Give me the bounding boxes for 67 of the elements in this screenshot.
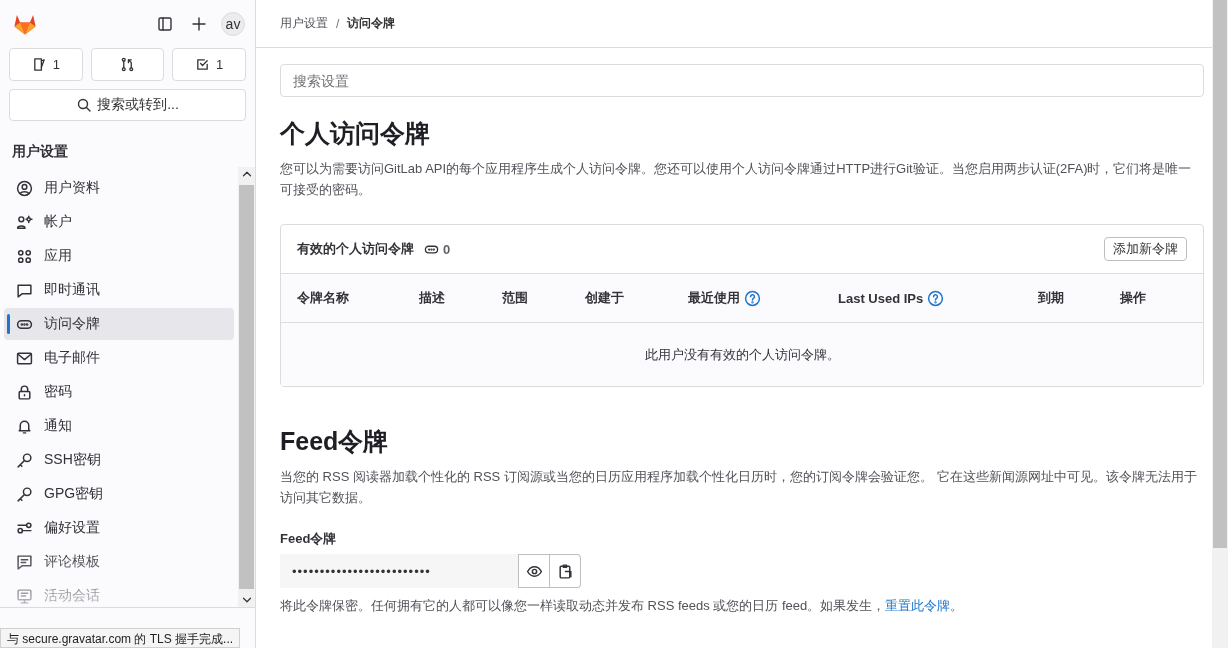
grid-icon	[16, 247, 33, 265]
issues-counter[interactable]: 1	[9, 48, 83, 81]
reset-token-link[interactable]: 重置此令牌	[885, 598, 951, 613]
checkbox-icon	[195, 57, 211, 72]
help-text: 将此令牌保密。任何拥有它的人都可以像您一样读取动态并发布 RSS feeds 或您的日历 feed。如果发生，重置此令牌。	[280, 597, 965, 615]
breadcrumb-link[interactable]: 用户设置	[280, 15, 328, 32]
section-title: 用户设置	[11, 142, 69, 161]
breadcrumb-link[interactable]: 访问令牌	[347, 15, 396, 32]
section-description: 您可以为需要访问GitLab API的每个应用程序生成个人访问令牌。您还可以使用个人访问令牌通过HTTP进行Git验证。当您启用两步认证(2FA)时，它们将是唯一可接受的密码。	[280, 160, 1193, 199]
lock-icon	[16, 383, 33, 401]
column-header: 创建于	[585, 289, 624, 307]
section-description: 当您的 RSS 阅读器加载个性化的 RSS 订阅源或当您的日历应用程序加载个性化日历时，您的订阅令牌会验证您。 它在这些新闻源网址中可见。该令牌无法用于访问其它数据。	[280, 468, 1198, 507]
panel-icon	[157, 16, 173, 32]
page-scrollbar[interactable]	[1212, 0, 1228, 648]
column-header: 最近使用	[688, 289, 740, 307]
section-heading: 个人访问令牌	[280, 118, 431, 149]
bell-icon	[16, 417, 33, 435]
sidebar-item[interactable]: SSH密钥	[4, 444, 234, 476]
sidebar-item[interactable]: 电子邮件	[4, 342, 234, 374]
sidebar-item[interactable]: 访问令牌	[4, 308, 234, 340]
column-header: 描述	[419, 289, 445, 307]
empty-message: 此用户没有有效的个人访问令牌。	[644, 345, 840, 364]
sidebar-item[interactable]: 应用	[4, 240, 234, 272]
sidebar-item[interactable]: 即时通讯	[4, 274, 234, 306]
sidebar-item[interactable]: 用户资料	[4, 172, 234, 204]
user-icon	[16, 179, 33, 197]
status-bar: 与 secure.gravatar.com 的 TLS 握手完成...	[0, 628, 241, 648]
search-icon	[76, 97, 93, 113]
card-title: 有效的个人访问令牌	[297, 240, 414, 258]
monitor-icon	[16, 587, 33, 605]
count-text: 0	[443, 241, 451, 257]
sidebar-item[interactable]: 通知	[4, 410, 234, 442]
user-avatar[interactable]: av	[221, 12, 245, 36]
column-header: 范围	[502, 289, 528, 307]
clipboard-icon	[556, 562, 574, 580]
chat-icon	[16, 281, 33, 299]
reveal-button[interactable]	[518, 554, 550, 588]
help-icon[interactable]	[744, 289, 761, 307]
breadcrumb-separator: /	[336, 16, 340, 31]
key-icon	[16, 485, 33, 503]
scrollbar[interactable]	[238, 167, 255, 607]
merge-requests-counter[interactable]	[90, 48, 165, 81]
sidebar-item[interactable]: 评论模板	[4, 546, 234, 578]
todos-counter[interactable]: 1	[172, 48, 246, 81]
user-gear-icon	[16, 213, 33, 231]
sidebar-item[interactable]: 偏好设置	[4, 512, 234, 544]
add-token-button[interactable]: 添加新令牌	[1104, 237, 1187, 261]
envelope-icon	[16, 349, 33, 367]
sidebar-item[interactable]: 帐户	[4, 206, 234, 238]
search-field[interactable]: 搜索设置	[280, 64, 1204, 97]
column-header: 到期	[1038, 289, 1064, 307]
token-field[interactable]: •••••••••••••••••••••••••	[280, 554, 518, 588]
key-icon	[16, 451, 33, 469]
column-header: Last Used IPs	[838, 290, 924, 306]
field-label: Feed令牌	[280, 530, 338, 548]
column-header: 令牌名称	[297, 289, 349, 307]
copy-button[interactable]	[550, 554, 581, 588]
column-header: 操作	[1120, 289, 1146, 307]
comment-icon	[16, 553, 33, 571]
plus-icon	[191, 16, 207, 32]
sidebar-item[interactable]: GPG密钥	[4, 478, 234, 510]
search-button[interactable]: 搜索或转到...	[9, 89, 246, 121]
document-icon	[31, 57, 47, 72]
merge-request-icon	[120, 57, 135, 72]
section-heading: Feed令牌	[280, 426, 390, 457]
sidebar-item[interactable]: 密码	[4, 376, 234, 408]
help-icon[interactable]	[927, 289, 945, 307]
